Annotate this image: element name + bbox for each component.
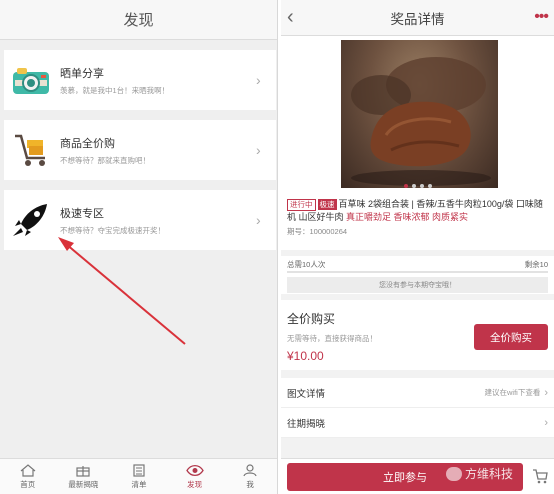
product-info: 进行中 极速 百草味 2袋组合装 | 香辣/五香牛肉粒100g/袋 口味随机 山区好… [281, 194, 554, 250]
card-fast-zone[interactable]: 极速专区 不想等待？夺宝完成极速开奖！ › [4, 190, 276, 250]
product-image [341, 40, 498, 188]
home-icon [20, 463, 36, 477]
progress-bar [287, 271, 548, 273]
rocket-icon [10, 199, 52, 241]
detail-links: 图文详情 建议在wifi下查看 › 往期揭晓 › [281, 378, 554, 438]
card-fullprice[interactable]: 商品全价购 不想等待？那就来直购吧！ › [4, 120, 276, 180]
more-icon[interactable]: ••• [534, 8, 549, 26]
row-label: 往期揭晓 [287, 418, 326, 430]
detail-header: ‹ 奖品详情 ••• [281, 0, 554, 36]
tab-label: 清单 [131, 479, 147, 489]
join-now-button[interactable]: 立即参与 [287, 463, 523, 491]
discover-header: 发现 [0, 0, 277, 40]
eye-icon [185, 464, 204, 476]
product-gallery[interactable] [281, 36, 554, 194]
status-badge: 进行中 [287, 199, 316, 211]
chevron-right-icon: › [256, 142, 261, 158]
chevron-right-icon: › [544, 386, 548, 399]
card-title: 商品全价购 [60, 137, 115, 150]
tab-label: 首页 [20, 479, 36, 489]
card-subtitle: 不想等待？夺宝完成极速开奖！ [60, 225, 165, 235]
fast-badge: 极速 [317, 199, 337, 210]
tab-list[interactable]: 清单 [111, 459, 167, 494]
card-subtitle: 不想等待？那就来直购吧！ [60, 155, 150, 165]
chevron-right-icon: › [256, 212, 261, 228]
participation-notice: 您没有参与本期夺宝哦！ [287, 277, 548, 293]
row-label: 图文详情 [287, 388, 326, 400]
camera-icon [10, 59, 52, 101]
cart-icon[interactable] [532, 468, 548, 489]
page-title: 奖品详情 [390, 11, 445, 27]
tab-latest[interactable]: 最新揭晓 [56, 459, 112, 494]
row-past-results[interactable]: 往期揭晓 › [281, 408, 554, 438]
card-share[interactable]: 晒单分享 羡慕，就是我中1台！来晒我啊！ › [4, 50, 276, 110]
full-price-section: 全价购买 无需等待，直接获得商品！ ¥10.00 全价购买 [281, 300, 554, 370]
total-needed: 总需10人次 [287, 260, 326, 269]
tab-me[interactable]: 我 [222, 459, 277, 494]
gallery-dots [281, 184, 554, 188]
back-icon[interactable]: ‹ [287, 6, 294, 29]
card-title: 晒单分享 [60, 67, 104, 80]
tab-label: 最新揭晓 [68, 479, 99, 489]
cart-icon [10, 129, 52, 171]
list-icon [133, 463, 145, 477]
page-title: 发现 [123, 12, 154, 29]
price: ¥10.00 [287, 349, 324, 363]
discover-screen: 发现 晒单分享 羡慕，就是我中1台！来晒我啊！ › 商品全价购 不想等待？那就来… [0, 0, 278, 494]
remaining: 剩余10 [524, 260, 548, 269]
chevron-right-icon: › [544, 416, 548, 429]
bottom-action-bar: 立即参与 方维科技 [281, 458, 554, 494]
product-name: 进行中 极速 百草味 2袋组合装 | 香辣/五香牛肉粒100g/袋 口味随机 山区好… [287, 198, 548, 224]
chevron-right-icon: › [256, 72, 261, 88]
row-graphic-detail[interactable]: 图文详情 建议在wifi下查看 › [281, 378, 554, 408]
full-price-buy-button[interactable]: 全价购买 [474, 324, 548, 350]
card-title: 极速专区 [60, 207, 104, 220]
tab-home[interactable]: 首页 [0, 459, 56, 494]
row-hint: 建议在wifi下查看 [484, 388, 541, 397]
person-icon [243, 463, 257, 476]
tab-label: 发现 [187, 479, 203, 489]
bottom-tab-bar: 首页 最新揭晓 清单 发现 我 [0, 458, 277, 494]
period-number: 期号：100000264 [287, 227, 348, 236]
product-name-highlight: 真正嚼劲足 香味浓郁 肉质紧实 [346, 212, 469, 222]
tab-discover[interactable]: 发现 [167, 459, 223, 494]
prize-detail-screen: ‹ 奖品详情 ••• 进行中 极速 百草味 2袋组合装 | 香辣/五香牛肉粒100g… [281, 0, 554, 494]
card-subtitle: 羡慕，就是我中1台！来晒我啊！ [60, 85, 170, 95]
gift-icon [76, 465, 90, 477]
tab-label: 我 [246, 479, 254, 489]
progress-section: 总需10人次 剩余10 您没有参与本期夺宝哦！ [281, 256, 554, 294]
